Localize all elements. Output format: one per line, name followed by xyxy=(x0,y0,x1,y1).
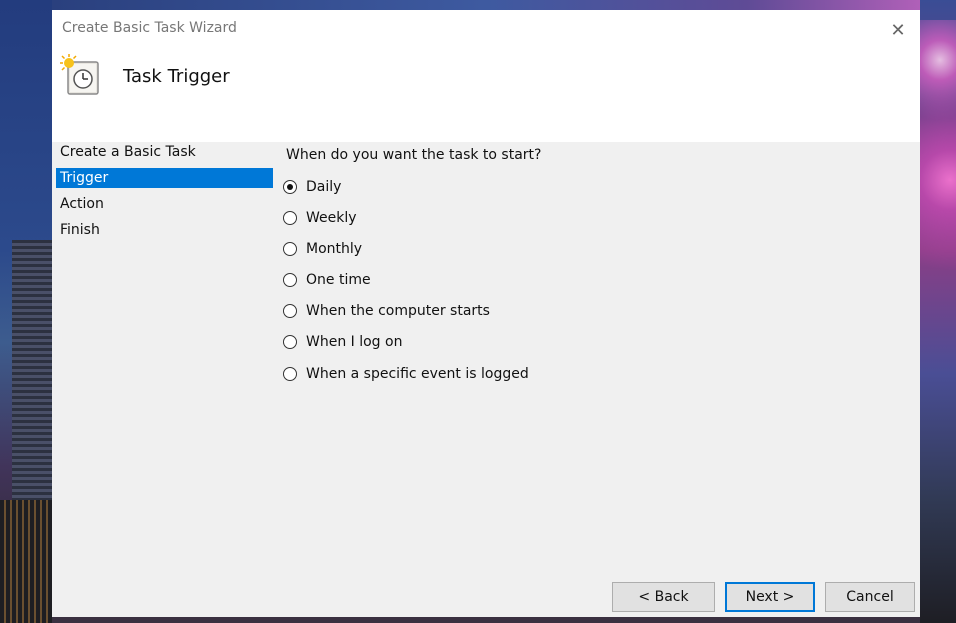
option-one-time[interactable]: One time xyxy=(282,269,642,291)
option-label: Monthly xyxy=(306,241,363,257)
wizard-dialog: Create Basic Task Wizard ✕ Task Trigger … xyxy=(52,10,920,617)
title-bar[interactable]: Create Basic Task Wizard ✕ xyxy=(52,10,920,46)
radio-selected-dot xyxy=(287,184,293,190)
task-clock-icon xyxy=(60,54,99,95)
option-label: When the computer starts xyxy=(306,303,490,319)
step-trigger[interactable]: Trigger xyxy=(56,168,273,188)
page-title: Task Trigger xyxy=(123,66,230,87)
trigger-question: When do you want the task to start? xyxy=(286,147,542,163)
desktop-background-bottom xyxy=(52,617,920,623)
option-weekly[interactable]: Weekly xyxy=(282,207,642,229)
radio-one-time[interactable] xyxy=(283,273,297,287)
wizard-header: Task Trigger xyxy=(52,46,920,142)
option-label: When a specific event is logged xyxy=(306,366,529,382)
option-computer-starts[interactable]: When the computer starts xyxy=(282,300,642,322)
radio-daily[interactable] xyxy=(283,180,297,194)
cancel-button[interactable]: Cancel xyxy=(825,582,915,612)
close-button[interactable]: ✕ xyxy=(886,18,910,42)
radio-monthly[interactable] xyxy=(283,242,297,256)
step-create-basic-task[interactable]: Create a Basic Task xyxy=(56,142,273,162)
radio-log-on[interactable] xyxy=(283,335,297,349)
step-action[interactable]: Action xyxy=(56,194,273,214)
back-button[interactable]: < Back xyxy=(612,582,715,612)
close-icon: ✕ xyxy=(890,19,906,41)
option-label: When I log on xyxy=(306,334,403,350)
wizard-steps: Create a Basic Task Trigger Action Finis… xyxy=(52,142,274,262)
option-label: Daily xyxy=(306,179,342,195)
desktop-fireworks xyxy=(920,20,956,440)
desktop-city-lights xyxy=(0,500,52,623)
radio-computer-starts[interactable] xyxy=(283,304,297,318)
next-button[interactable]: Next > xyxy=(725,582,815,612)
option-label: Weekly xyxy=(306,210,357,226)
window-title: Create Basic Task Wizard xyxy=(62,20,237,36)
option-label: One time xyxy=(306,272,371,288)
step-finish[interactable]: Finish xyxy=(56,220,273,240)
option-daily[interactable]: Daily xyxy=(282,176,642,198)
desktop-background-top xyxy=(52,0,920,10)
option-monthly[interactable]: Monthly xyxy=(282,238,642,260)
radio-event-logged[interactable] xyxy=(283,367,297,381)
radio-weekly[interactable] xyxy=(283,211,297,225)
option-event-logged[interactable]: When a specific event is logged xyxy=(282,363,642,385)
option-log-on[interactable]: When I log on xyxy=(282,331,642,353)
